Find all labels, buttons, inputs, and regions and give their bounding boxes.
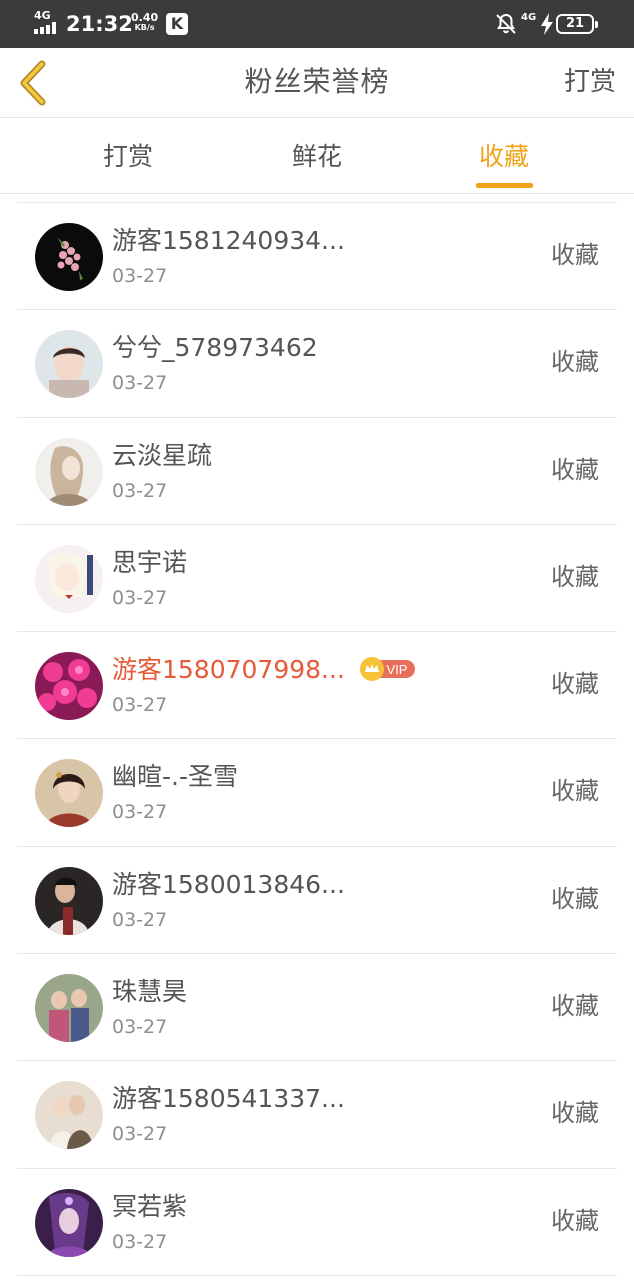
fan-list: 游客1581240934... 03-27 收藏 兮兮_578973462 03-27 收… bbox=[17, 202, 617, 1276]
fan-name: 兮兮_578973462 bbox=[112, 333, 318, 363]
avatar[interactable] bbox=[35, 437, 103, 506]
fan-name: 思宇诺 bbox=[112, 547, 188, 577]
fan-name: 游客1580541337... bbox=[112, 1084, 345, 1114]
fan-row[interactable]: 思宇诺 03-27 收藏 bbox=[17, 525, 617, 633]
fan-name: 游客1580013846... bbox=[112, 869, 345, 899]
battery-icon: 21 bbox=[556, 14, 598, 34]
active-tab-indicator bbox=[476, 183, 533, 188]
favorite-label: 收藏 bbox=[551, 1099, 599, 1128]
favorite-label: 收藏 bbox=[551, 1206, 599, 1235]
status-bar: 4G 21:32 0.40 KB/s K 4G 21 bbox=[0, 0, 634, 48]
fan-row[interactable]: 云淡星疏 03-27 收藏 bbox=[17, 418, 617, 525]
fan-row[interactable]: 兮兮_578973462 03-27 收藏 bbox=[17, 310, 617, 418]
network-type-secondary: 4G bbox=[521, 12, 537, 23]
fan-name: 云淡星疏 bbox=[112, 440, 213, 470]
fan-name: 冥若紫 bbox=[112, 1191, 188, 1221]
tab-favorites[interactable]: 收藏 bbox=[444, 139, 564, 175]
vip-badge-label: VIP bbox=[387, 662, 408, 677]
fan-row[interactable]: 游客1581240934... 03-27 收藏 bbox=[17, 203, 617, 311]
fan-row[interactable]: 珠慧昊 03-27 收藏 bbox=[17, 954, 617, 1062]
favorite-label: 收藏 bbox=[551, 562, 599, 591]
signal-icon bbox=[34, 22, 60, 34]
app-k-icon: K bbox=[166, 13, 188, 35]
favorite-label: 收藏 bbox=[551, 777, 599, 806]
avatar[interactable] bbox=[35, 866, 103, 935]
fan-date: 03-27 bbox=[112, 1016, 168, 1039]
avatar[interactable] bbox=[35, 544, 103, 613]
charging-icon bbox=[541, 13, 553, 35]
fan-row[interactable]: 游客1580013846... 03-27 收藏 bbox=[17, 847, 617, 955]
network-speed: 0.40 KB/s bbox=[131, 11, 159, 32]
favorite-label: 收藏 bbox=[551, 884, 599, 913]
fan-date: 03-27 bbox=[112, 372, 168, 395]
fan-row[interactable]: 幽暄-.-圣雪 03-27 收藏 bbox=[17, 739, 617, 847]
avatar[interactable] bbox=[35, 652, 103, 721]
favorite-label: 收藏 bbox=[551, 348, 599, 377]
fan-date: 03-27 bbox=[112, 694, 168, 717]
tab-reward[interactable]: 打赏 bbox=[68, 139, 188, 175]
tab-flowers[interactable]: 鲜花 bbox=[257, 139, 377, 175]
clock: 21:32 bbox=[66, 12, 133, 36]
avatar[interactable] bbox=[35, 330, 103, 399]
fan-date: 03-27 bbox=[112, 801, 168, 824]
favorite-label: 收藏 bbox=[551, 241, 599, 269]
reward-button[interactable]: 打赏 bbox=[564, 62, 616, 102]
fan-date: 03-27 bbox=[112, 1123, 168, 1146]
bell-muted-icon bbox=[496, 13, 516, 34]
avatar[interactable] bbox=[35, 223, 103, 291]
fan-date: 03-27 bbox=[112, 586, 168, 609]
network-type: 4G bbox=[34, 9, 51, 22]
tab-bar: 打赏 鲜花 收藏 bbox=[0, 119, 634, 194]
fan-name: 珠慧昊 bbox=[112, 977, 188, 1007]
favorite-label: 收藏 bbox=[551, 455, 599, 484]
title-bar: 粉丝荣誉榜 打赏 bbox=[0, 48, 634, 118]
avatar[interactable] bbox=[35, 759, 103, 828]
vip-badge-icon: VIP bbox=[359, 656, 417, 682]
fan-date: 03-27 bbox=[112, 265, 168, 287]
fan-date: 03-27 bbox=[112, 479, 168, 502]
fan-name: 游客1581240934... bbox=[112, 226, 345, 255]
fan-name: 游客1580707998... bbox=[112, 655, 345, 685]
fan-name: 幽暄-.-圣雪 bbox=[112, 762, 238, 792]
favorite-label: 收藏 bbox=[551, 992, 599, 1021]
fan-row[interactable]: 游客1580541337... 03-27 收藏 bbox=[17, 1061, 617, 1169]
avatar[interactable] bbox=[35, 1081, 103, 1150]
fan-date: 03-27 bbox=[112, 908, 168, 931]
fan-row[interactable]: 游客1580707998... VIP 03-27 收藏 bbox=[17, 632, 617, 740]
fan-row[interactable]: 冥若紫 03-27 收藏 bbox=[17, 1169, 617, 1276]
avatar[interactable] bbox=[35, 974, 103, 1043]
favorite-label: 收藏 bbox=[551, 670, 599, 699]
fan-date: 03-27 bbox=[112, 1230, 168, 1253]
page-title: 粉丝荣誉榜 bbox=[244, 65, 390, 98]
avatar[interactable] bbox=[35, 1188, 103, 1257]
